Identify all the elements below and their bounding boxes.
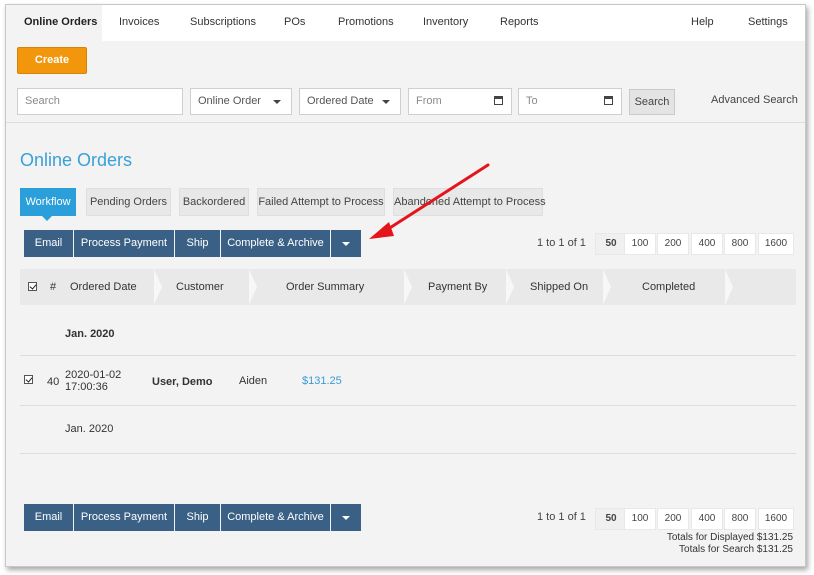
annotation-arrow-icon (369, 163, 490, 239)
